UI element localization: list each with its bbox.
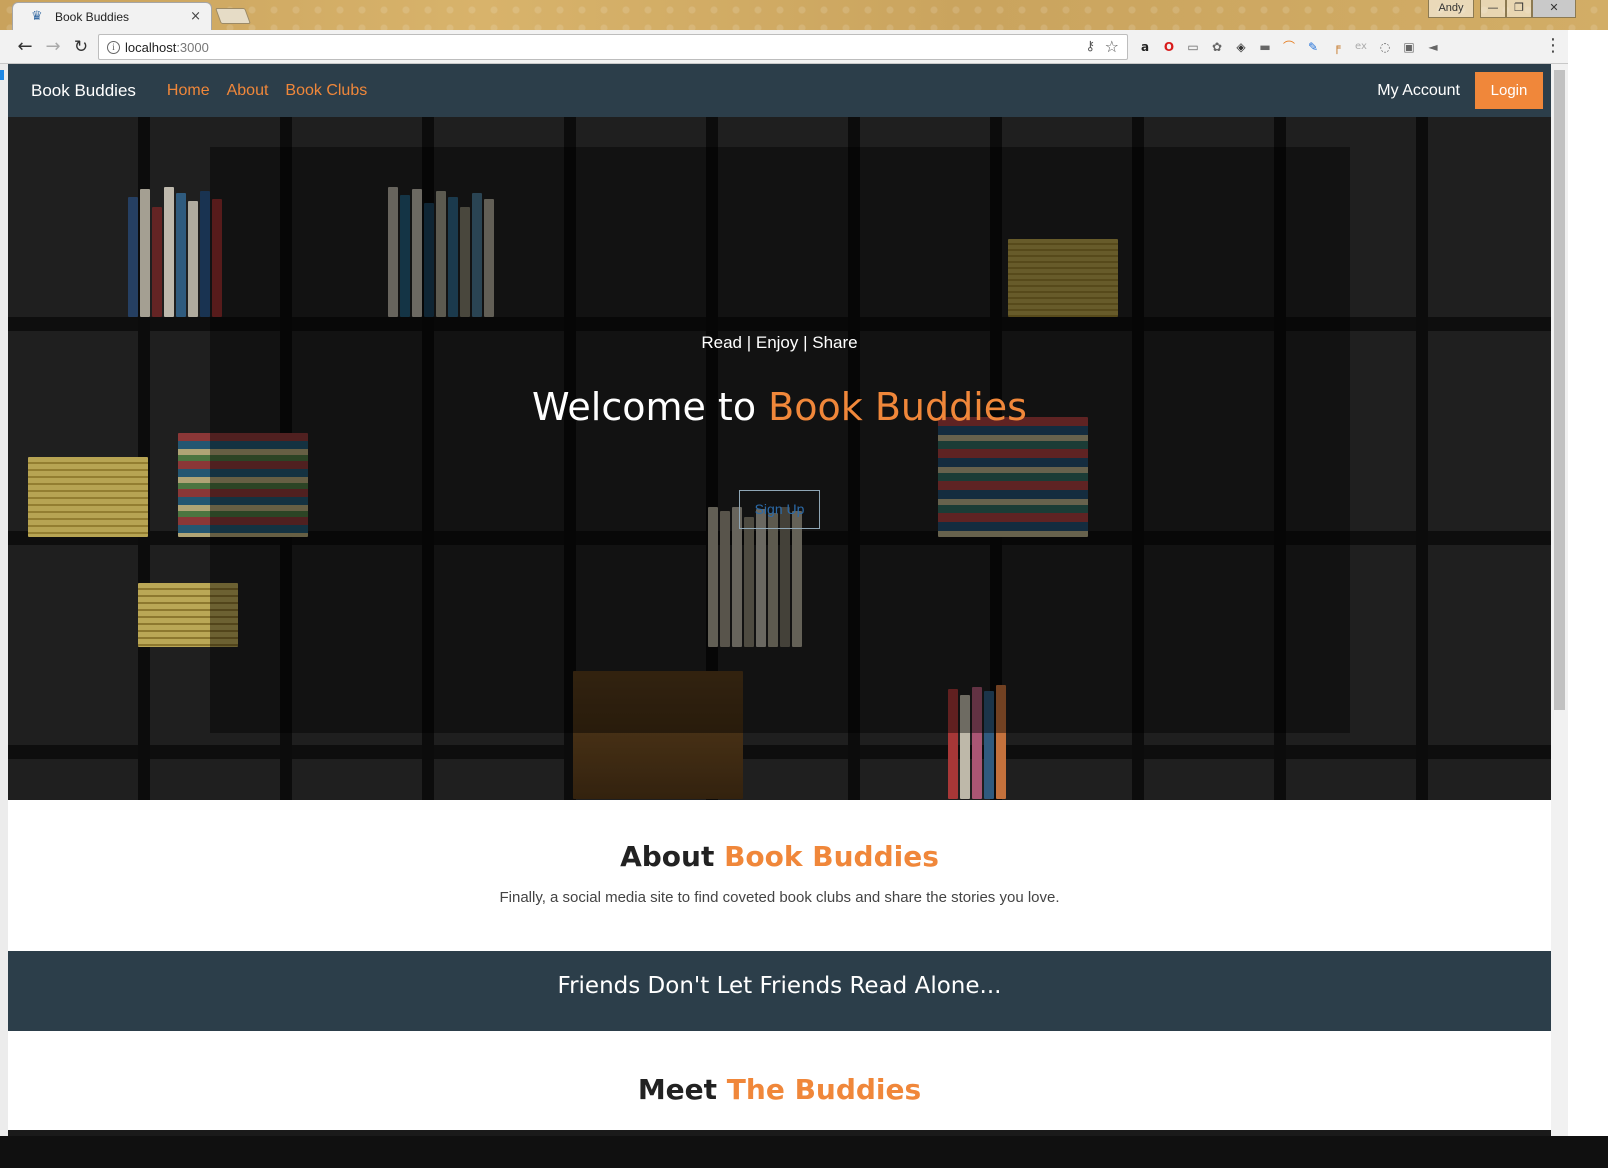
nav-book-clubs-link[interactable]: Book Clubs [285,78,367,104]
pocket-extension-icon[interactable]: ◈ [1232,38,1250,56]
about-description: Finally, a social media site to find cov… [499,889,1060,906]
forward-arrow-icon[interactable]: → [42,36,64,58]
back-arrow-icon[interactable]: ← [14,36,36,58]
profile-badge[interactable]: Andy [1428,0,1474,18]
quote-banner: Friends Don't Let Friends Read Alone... [8,951,1551,1031]
scrollbar-thumb[interactable] [1554,70,1565,710]
browser-toolbar: ← → ↻ i localhost:3000 ⚷ ☆ a O ▭ ✿ ◈ ▬ ⌒… [0,30,1608,64]
restore-button[interactable]: ❐ [1506,0,1532,18]
hero-tagline: Read | Enjoy | Share [701,333,858,352]
my-account-link[interactable]: My Account [1377,82,1460,100]
about-section: About Book Buddies Finally, a social med… [8,800,1551,951]
address-bar[interactable]: i localhost:3000 ⚷ ☆ [98,34,1128,60]
tab-title: Book Buddies [55,9,130,24]
hero-section: Read | Enjoy | Share Welcome to Book Bud… [8,117,1551,800]
extension-icon-6[interactable]: ▬ [1256,38,1274,56]
left-gutter [0,64,8,1136]
rainbow-extension-icon[interactable]: ⌒ [1280,38,1298,56]
hero-content: Read | Enjoy | Share Welcome to Book Bud… [8,117,1551,800]
page-scrollbar[interactable] [1551,64,1568,1136]
about-heading: About Book Buddies [620,840,939,873]
browser-tab[interactable]: ♛ Book Buddies × [12,2,212,30]
url-text[interactable]: localhost:3000 [125,40,209,55]
extension-icon-4[interactable]: ✿ [1208,38,1226,56]
browser-menu-icon[interactable]: ⋮ [1544,36,1562,56]
meet-heading: Meet The Buddies [637,1073,922,1106]
bookmark-star-icon[interactable]: ☆ [1105,37,1119,56]
window-right-edge [1568,30,1608,1136]
minimize-button[interactable]: — [1480,0,1506,18]
reload-icon[interactable]: ↻ [70,36,92,58]
page-viewport: Book Buddies Home About Book Clubs My Ac… [8,64,1551,1130]
key-icon[interactable]: ⚷ [1085,39,1095,54]
brand-link[interactable]: Book Buddies [31,81,136,101]
nav-right: My Account Login [1377,64,1551,117]
new-tab-button[interactable] [215,8,251,24]
sign-up-button[interactable]: Sign Up [739,490,820,529]
login-button[interactable]: Login [1475,72,1543,109]
nav-home-link[interactable]: Home [167,78,210,104]
extension-icon-11[interactable]: ◌ [1376,38,1394,56]
megaphone-extension-icon[interactable]: ◄ [1424,38,1442,56]
nav-about-link[interactable]: About [227,78,269,104]
extension-icon-10[interactable]: ex [1352,38,1370,56]
extension-icon-3[interactable]: ▭ [1184,38,1202,56]
close-window-button[interactable]: ✕ [1532,0,1576,18]
eyedropper-extension-icon[interactable]: ✎ [1304,38,1322,56]
hero-heading: Welcome to Book Buddies [532,385,1027,429]
amazon-extension-icon[interactable]: a [1136,38,1154,56]
site-navbar: Book Buddies Home About Book Clubs My Ac… [8,64,1551,117]
opera-extension-icon[interactable]: O [1160,38,1178,56]
extension-icon-12[interactable]: ▣ [1400,38,1418,56]
crown-favicon-icon: ♛ [31,8,43,24]
banner-text: Friends Don't Let Friends Read Alone... [557,973,1002,999]
tab-close-icon[interactable]: × [190,9,201,24]
info-icon[interactable]: i [107,41,120,54]
nav-links: Home About Book Clubs [150,78,367,104]
extension-icon-9[interactable]: ╒ [1328,38,1346,56]
side-indicator [0,70,4,80]
window-controls: — ❐ ✕ [1480,0,1576,18]
extension-icons: a O ▭ ✿ ◈ ▬ ⌒ ✎ ╒ ex ◌ ▣ ◄ [1136,38,1442,56]
meet-section: Meet The Buddies [8,1031,1551,1130]
os-taskbar [0,1136,1608,1168]
